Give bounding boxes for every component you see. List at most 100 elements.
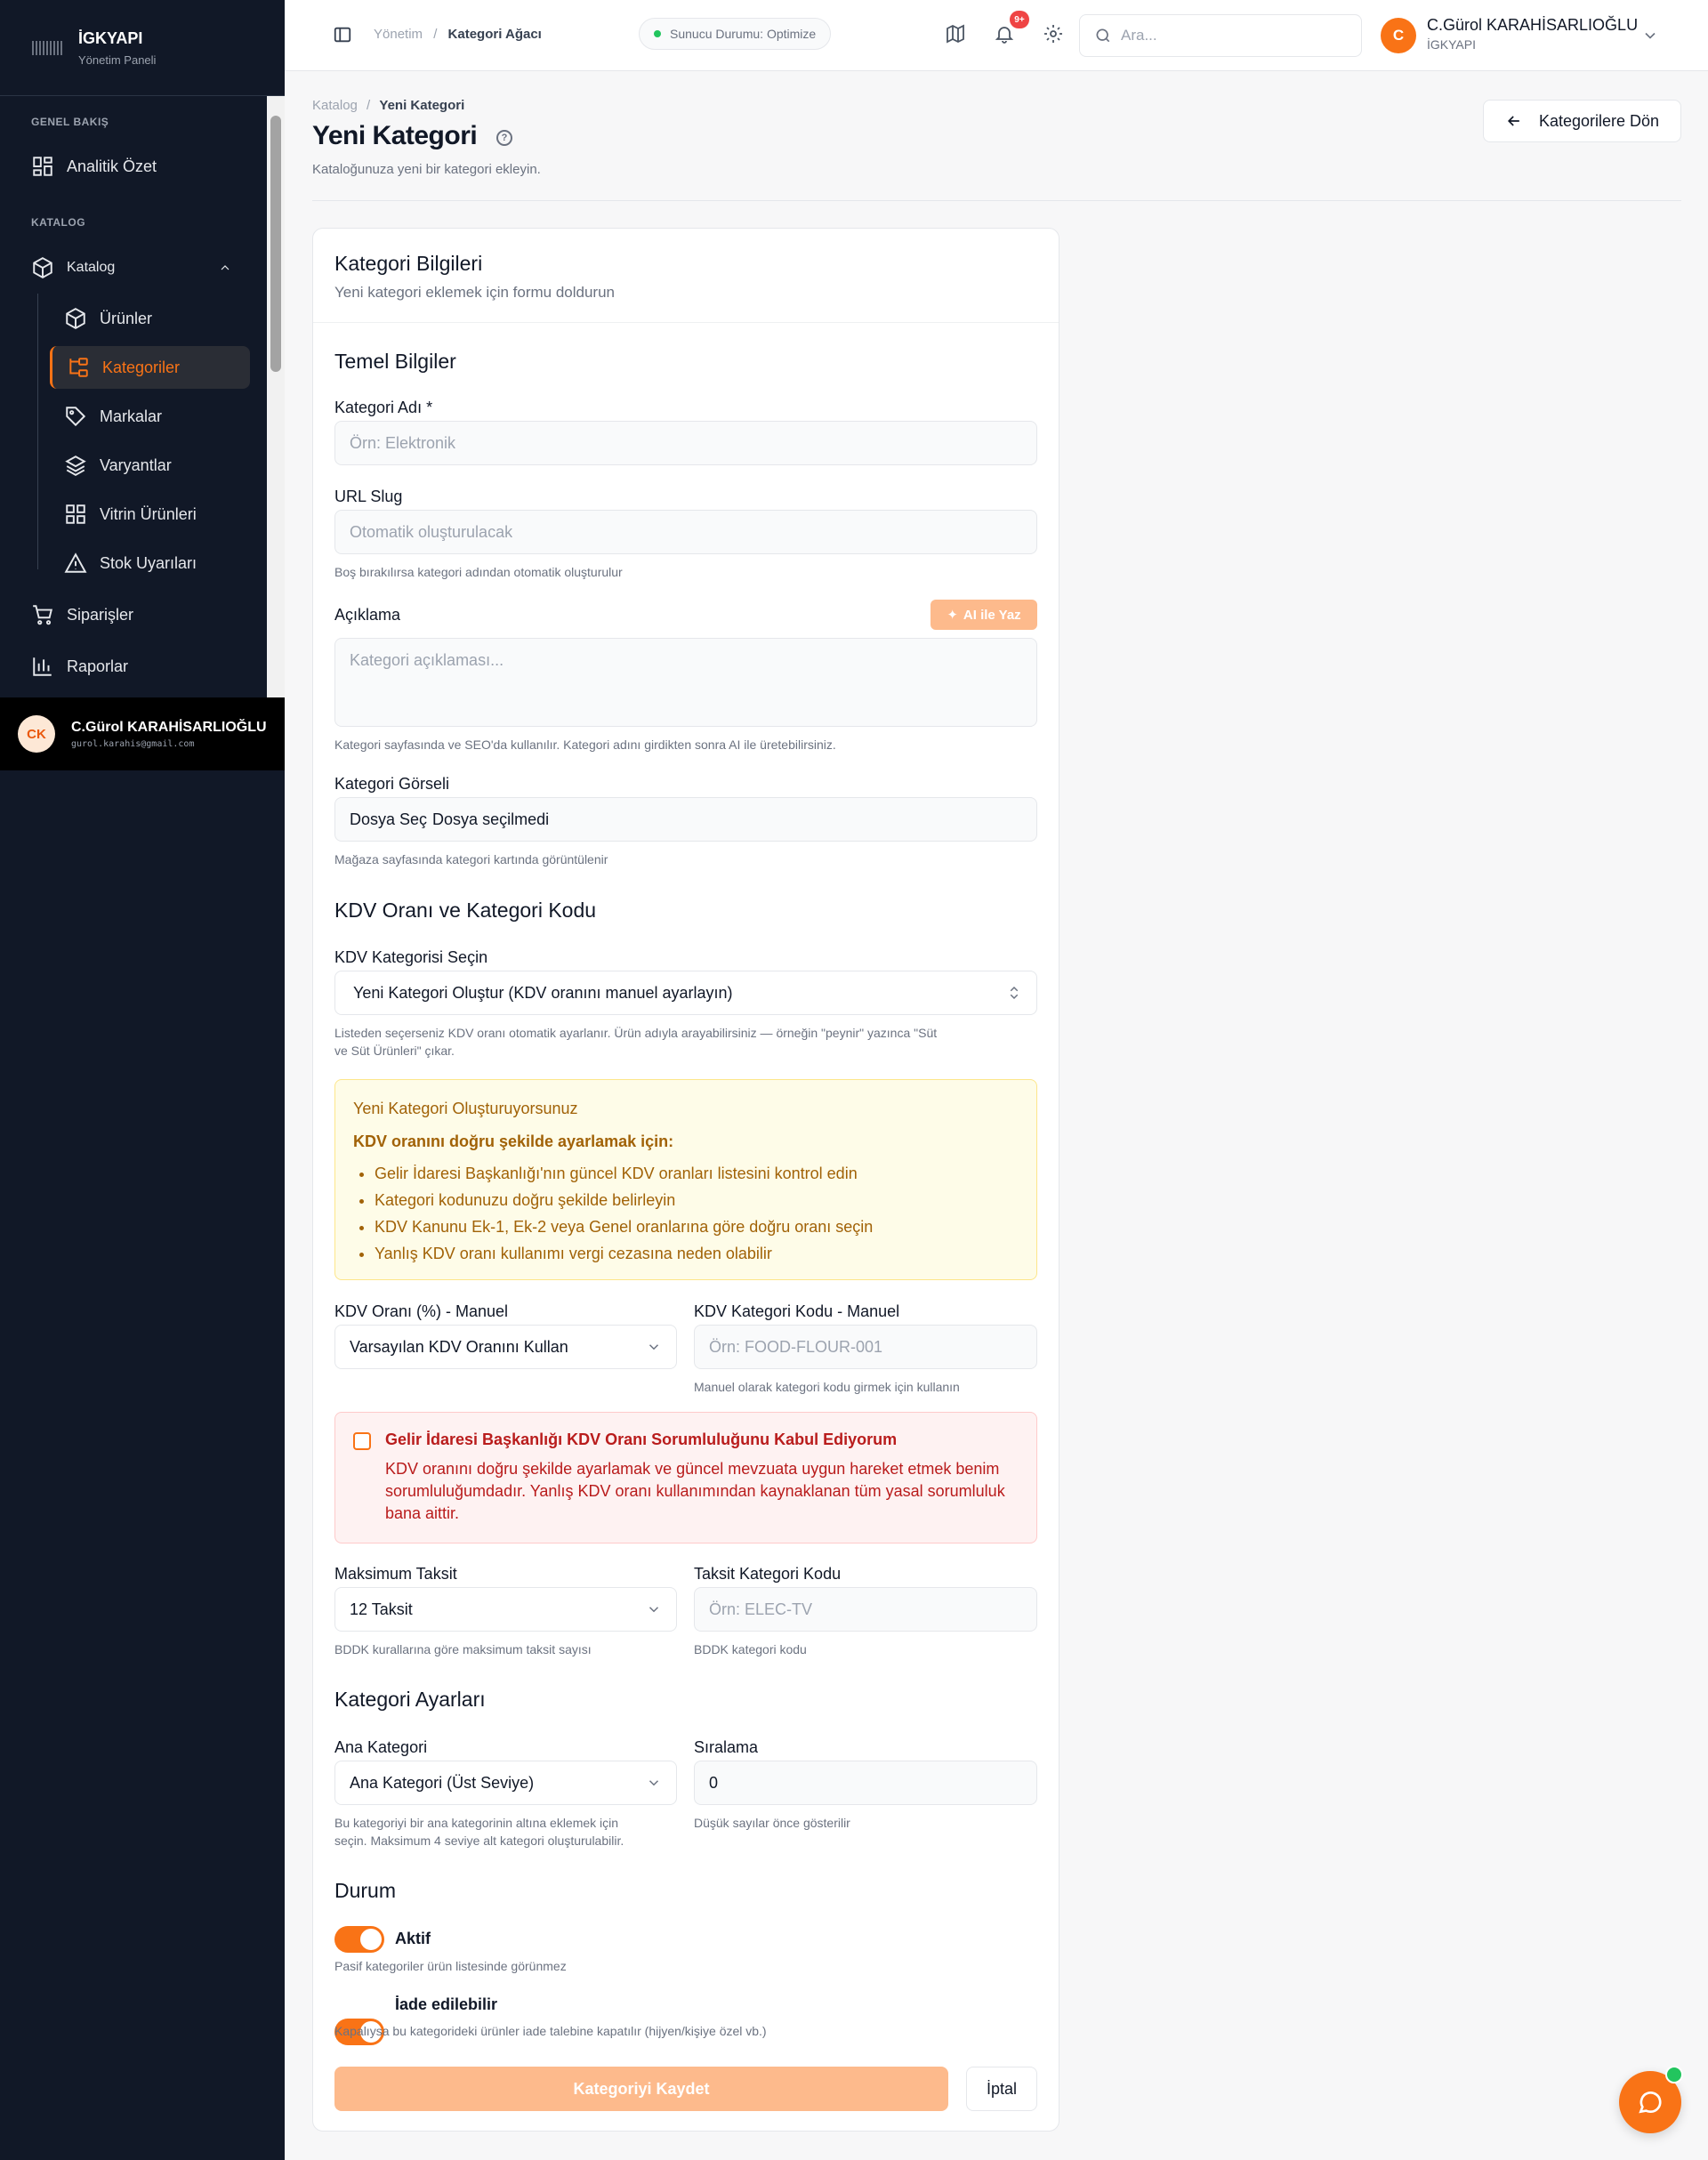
warning-list: Gelir İdaresi Başkanlığı'nın güncel KDV … [353, 1160, 1019, 1267]
shopping-cart-icon [33, 605, 52, 625]
max-installment-label: Maksimum Taksit [334, 1565, 457, 1583]
category-name-input[interactable]: Örn: Elektronik [334, 421, 1037, 465]
hint-line: seçin. Maksimum 4 seviye alt kategori ol… [334, 1834, 624, 1848]
list-item: Kategori kodunuzu doğru şekilde belirley… [375, 1187, 1019, 1213]
max-installment-select[interactable]: 12 Taksit [334, 1587, 677, 1632]
section-catalog: KATALOG [31, 216, 86, 229]
kdv-rate-select[interactable]: Varsayılan KDV Oranını Kullan [334, 1325, 677, 1369]
page-subtitle: Kataloğunuza yeni bir kategori ekleyin. [312, 162, 541, 177]
folder-tree-icon [69, 358, 88, 377]
sidebar-item-orders[interactable]: Siparişler [31, 603, 133, 626]
parent-category-label: Ana Kategori [334, 1738, 428, 1756]
breadcrumb-current: Kategori Ağacı [447, 27, 542, 42]
url-slug-input[interactable]: Otomatik oluşturulacak [334, 510, 1037, 554]
sort-order-hint: Düşük sayılar önce gösterilir [694, 1816, 850, 1830]
active-toggle[interactable] [334, 1926, 384, 1953]
hint-line: Bu kategoriyi bir ana kategorinin altına… [334, 1816, 619, 1830]
sidebar-item-analytics[interactable]: Analitik Özet [31, 155, 157, 178]
sidebar-item-products[interactable]: Ürünler [50, 297, 250, 340]
chevron-down-icon[interactable] [1641, 27, 1659, 44]
installment-code-hint: BDDK kategori kodu [694, 1642, 807, 1656]
sidebar-scrollbar-thumb[interactable] [270, 116, 281, 372]
kdv-category-select[interactable]: Yeni Kategori Oluştur (KDV oranını manue… [334, 971, 1037, 1015]
sidebar-item-showcase[interactable]: Vitrin Ürünleri [50, 493, 250, 536]
warning-triangle-icon [64, 552, 87, 573]
avatar[interactable]: C [1381, 18, 1416, 53]
new-category-warning: Yeni Kategori Oluşturuyorsunuz KDV oranı… [334, 1079, 1037, 1280]
help-icon[interactable]: ? [496, 130, 512, 146]
hint-line: Listeden seçerseniz KDV oranı otomatik a… [334, 1026, 938, 1040]
kdv-code-label: KDV Kategori Kodu - Manuel [694, 1302, 900, 1320]
category-image-file-input[interactable]: Dosya Seç Dosya seçilmedi [334, 797, 1037, 842]
search-input[interactable]: Ara... [1079, 14, 1362, 57]
returnable-hint: Kapalıysa bu kategorideki ürünler iade t… [334, 2024, 767, 2038]
list-item: Yanlış KDV oranı kullanımı vergi cezasın… [375, 1240, 1019, 1267]
selected-value: Ana Kategori (Üst Seviye) [350, 1773, 535, 1792]
sidebar-toggle-icon[interactable] [333, 25, 352, 44]
save-category-button[interactable]: Kategoriyi Kaydet [334, 2067, 948, 2111]
placeholder: Örn: ELEC-TV [709, 1600, 813, 1618]
sidebar-item-label: Ürünler [100, 309, 153, 327]
sort-order-input[interactable]: 0 [694, 1761, 1037, 1805]
server-status-text: Sunucu Durumu: Optimize [670, 27, 817, 41]
category-image-hint: Mağaza sayfasında kategori kartında görü… [334, 852, 608, 866]
kdv-code-input[interactable]: Örn: FOOD-FLOUR-001 [694, 1325, 1037, 1369]
user-name[interactable]: C.Gürol KARAHİSARLIOĞLU [1427, 16, 1638, 35]
brand[interactable]: İGKYAPI Yönetim Paneli [0, 0, 285, 96]
sidebar-item-label: Siparişler [67, 605, 134, 624]
installment-code-input[interactable]: Örn: ELEC-TV [694, 1587, 1037, 1632]
ai-write-label: AI ile Yaz [963, 607, 1021, 623]
topbar: Yönetim / Kategori Ağacı Sunucu Durumu: … [285, 0, 1708, 71]
server-status-badge: Sunucu Durumu: Optimize [639, 18, 832, 50]
cancel-button[interactable]: İptal [966, 2067, 1037, 2111]
chat-bubble-icon [1639, 2091, 1662, 2114]
kdv-rate-label: KDV Oranı (%) - Manuel [334, 1302, 509, 1320]
sidebar-item-label: Raporlar [67, 657, 129, 675]
placeholder: Örn: FOOD-FLOUR-001 [709, 1337, 883, 1356]
bell-icon[interactable] [994, 23, 1015, 44]
avatar: CK [18, 715, 55, 753]
kdv-category-label: KDV Kategorisi Seçin [334, 948, 488, 966]
sidebar-nav: GENEL BAKIŞ Analitik Özet KATALOG Katalo… [0, 96, 285, 697]
sidebar-item-stock-alerts[interactable]: Stok Uyarıları [50, 542, 250, 584]
breadcrumb-root[interactable]: Katalog [312, 98, 358, 113]
user-name: C.Gürol KARAHİSARLIOĞLU [71, 719, 267, 735]
gear-icon[interactable] [1043, 23, 1064, 44]
responsibility-title[interactable]: Gelir İdaresi Başkanlığı KDV Oranı Sorum… [385, 1431, 1019, 1449]
back-label: Kategorilere Dön [1538, 111, 1660, 130]
user-company: İGKYAPI [1427, 37, 1476, 52]
online-indicator-icon [1665, 2066, 1683, 2083]
description-hint: Kategori sayfasında ve SEO'da kullanılır… [334, 737, 836, 752]
sidebar-item-reports[interactable]: Raporlar [31, 655, 128, 678]
breadcrumb-root[interactable]: Yönetim [374, 27, 423, 42]
sidebar-user[interactable]: CK C.Gürol KARAHİSARLIOĞLU gurol.karahis… [0, 697, 285, 770]
warning-subtitle: KDV oranını doğru şekilde ayarlamak için… [353, 1132, 674, 1150]
back-to-categories-button[interactable]: Kategorilere Dön [1483, 100, 1681, 142]
list-item: Gelir İdaresi Başkanlığı'nın güncel KDV … [375, 1160, 1019, 1187]
map-icon[interactable] [945, 23, 966, 44]
url-slug-label: URL Slug [334, 488, 403, 505]
url-slug-hint: Boş bırakılırsa kategori adından otomati… [334, 565, 623, 579]
sidebar-item-categories[interactable]: Kategoriler [50, 346, 250, 389]
breadcrumb-current: Yeni Kategori [379, 98, 465, 113]
tree-line [37, 294, 38, 569]
description-textarea[interactable]: Kategori açıklaması... [334, 638, 1037, 727]
kdv-code-hint: Manuel olarak kategori kodu girmek için … [694, 1380, 960, 1394]
ai-write-button[interactable]: ✦ AI ile Yaz [931, 600, 1037, 630]
active-hint: Pasif kategoriler ürün listesinde görünm… [334, 1959, 567, 1973]
category-form-card: Kategori Bilgileri Yeni kategori eklemek… [312, 228, 1059, 2132]
tag-icon [66, 407, 86, 427]
parent-category-select[interactable]: Ana Kategori (Üst Seviye) [334, 1761, 677, 1805]
hint-line: ve Süt Ürünleri" çıkar. [334, 1044, 455, 1058]
section-status: Durum [334, 1879, 397, 1902]
brand-logo-icon [32, 40, 62, 55]
file-select-button[interactable]: Dosya Seç [350, 810, 427, 829]
sidebar-item-catalog[interactable]: Katalog [31, 256, 236, 279]
sidebar-item-brands[interactable]: Markalar [50, 395, 250, 438]
card-subtitle: Yeni kategori eklemek için formu dolduru… [334, 284, 615, 301]
sidebar-item-variants[interactable]: Varyantlar [50, 444, 250, 487]
category-name-label: Kategori Adı * [334, 399, 433, 416]
brand-subtitle: Yönetim Paneli [78, 52, 157, 67]
kdv-responsibility-checkbox[interactable] [353, 1432, 371, 1450]
chevron-down-icon [649, 1607, 659, 1613]
